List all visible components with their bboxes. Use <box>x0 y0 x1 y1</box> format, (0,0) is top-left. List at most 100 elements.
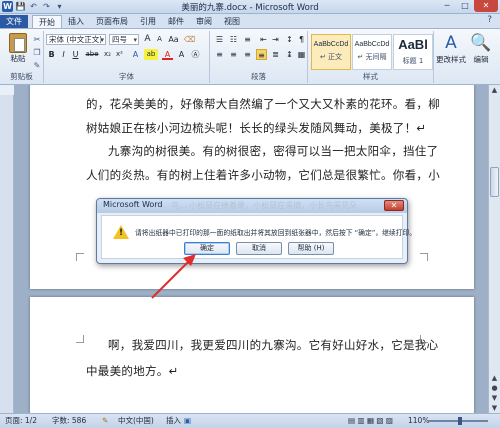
bold-button[interactable]: B <box>46 49 57 60</box>
crop-mark <box>76 253 84 261</box>
shrink-font-button[interactable]: A <box>154 34 165 45</box>
font-group-label: 字体 <box>119 72 134 81</box>
tab-view[interactable]: 视图 <box>218 15 246 28</box>
status-bar: 页面: 1/2 字数: 586 ✎ 中文(中国) 插入 ▣ ▤ ▥ ▦ ▧ ▨ … <box>0 413 500 428</box>
prev-page-icon[interactable]: ▲ <box>489 373 500 383</box>
ribbon-tab-bar: 文件 开始 插入 页面布局 引用 邮件 审阅 视图 ? <box>0 14 500 29</box>
style-normal[interactable]: AaBbCcDd ↵ 正文 <box>311 34 351 70</box>
bullets-icon[interactable]: ☰ <box>214 34 225 45</box>
view-buttons[interactable]: ▤ ▥ ▦ ▧ ▨ <box>348 414 393 428</box>
tab-review[interactable]: 审阅 <box>190 15 218 28</box>
font-color-button[interactable]: A <box>162 49 173 60</box>
ribbon: 粘贴 ✂ ❐ ✎ 剪贴板 宋体 (中文正文) 四号 A A Aa ⌫ B I U… <box>0 29 500 85</box>
dialog-body: ! 请将出纸器中已打印的那一面的纸取出并将其放回到纸张器中，然后按下 “确定”，… <box>101 215 416 259</box>
next-page-icon[interactable]: ▼ <box>489 393 500 403</box>
numbering-icon[interactable]: ☷ <box>228 34 239 45</box>
maximize-button[interactable]: □ <box>456 0 474 12</box>
tab-file[interactable]: 文件 <box>0 15 28 28</box>
align-center-icon[interactable]: ≡ <box>228 49 239 60</box>
distributed-icon[interactable]: ≣ <box>270 49 281 60</box>
format-painter-icon[interactable]: ✎ <box>32 61 42 71</box>
multilevel-list-icon[interactable]: ≡ <box>242 34 253 45</box>
tab-mailings[interactable]: 邮件 <box>162 15 190 28</box>
zoom-level[interactable]: 110% <box>408 414 429 428</box>
dialog-title-bar: Microsoft Word 鸟... 小松鼠在捧着果，小松鼠在采摘，小长鸟采花… <box>97 199 407 213</box>
change-styles-button[interactable]: A 更改样式 <box>436 32 466 65</box>
dialog-title: Microsoft Word <box>103 200 163 209</box>
style-no-spacing[interactable]: AaBbCcDd ↵ 无间隔 <box>352 34 392 70</box>
warning-mark: ! <box>119 228 124 238</box>
help-icon[interactable]: ? <box>487 15 492 25</box>
proofing-icon[interactable]: ✎ <box>102 414 108 428</box>
macro-icon[interactable]: ▣ <box>184 414 191 428</box>
word-count[interactable]: 字数: 586 <box>52 414 86 428</box>
justify-icon[interactable]: ≡ <box>256 49 267 60</box>
insert-mode[interactable]: 插入 <box>166 414 181 428</box>
tab-page-layout[interactable]: 页面布局 <box>90 15 134 28</box>
dialog-ghost-text: 鸟... 小松鼠在捧着果，小松鼠在采摘，小长鸟采花朵 <box>171 201 358 210</box>
clear-format-icon[interactable]: ⌫ <box>184 34 195 45</box>
grow-font-button[interactable]: A <box>142 34 153 45</box>
language-status[interactable]: 中文(中国) <box>118 414 154 428</box>
window-title: 美丽的九寨.docx - Microsoft Word <box>181 3 319 13</box>
crop-mark <box>76 335 84 343</box>
char-shading-icon[interactable]: A <box>176 49 187 60</box>
editing-label: 编辑 <box>473 55 489 64</box>
cancel-button[interactable]: 取消 <box>236 242 282 255</box>
page-count[interactable]: 页面: 1/2 <box>5 414 37 428</box>
font-size-select[interactable]: 四号 <box>109 34 139 45</box>
window-controls: ─ □ ✕ <box>438 0 498 12</box>
ok-button[interactable]: 确定 <box>184 242 230 255</box>
vertical-scrollbar[interactable]: ▲ ▲ ● ▼ ▼ <box>488 85 500 413</box>
copy-icon[interactable]: ❐ <box>32 48 42 58</box>
style-heading-1[interactable]: AaBl 标题 1 <box>393 34 433 70</box>
superscript-button[interactable]: x² <box>114 49 125 60</box>
line-spacing-icon[interactable]: ↨ <box>284 49 295 60</box>
text-effects-icon[interactable]: A <box>130 49 141 60</box>
tab-home[interactable]: 开始 <box>32 15 62 28</box>
borders-icon[interactable]: ▦ <box>296 49 307 60</box>
font-name-select[interactable]: 宋体 (中文正文) <box>46 34 106 45</box>
strikethrough-button[interactable]: abe <box>84 49 100 60</box>
increase-indent-icon[interactable]: ⇥ <box>270 34 281 45</box>
cut-icon[interactable]: ✂ <box>32 35 42 45</box>
scroll-up-icon[interactable]: ▲ <box>489 85 500 95</box>
document-line: 的，花朵美美的，好像帮大自然编了一个又大又朴素的花环。看，柳 <box>86 97 440 111</box>
change-case-icon[interactable]: Aa <box>168 34 179 45</box>
vertical-ruler <box>0 85 14 413</box>
scroll-down-icon[interactable]: ▼ <box>489 403 500 413</box>
clipboard-icon <box>9 33 27 53</box>
crop-mark <box>420 253 428 261</box>
document-line: 啊，我爱四川，我更爱四川的九寨沟。它有好山好水，它是我心 <box>108 338 439 352</box>
document-line: 九寨沟的树很美。有的树很密，密得可以当一把太阳伞，挡住了 <box>108 144 439 158</box>
scroll-thumb[interactable] <box>490 167 499 197</box>
help-button[interactable]: 帮助 (H) <box>288 242 334 255</box>
subscript-button[interactable]: x₂ <box>102 49 113 60</box>
styles-group-label: 样式 <box>363 72 378 81</box>
dialog-close-button[interactable]: ✕ <box>384 200 404 211</box>
minimize-button[interactable]: ─ <box>438 0 456 12</box>
style-sample: AaBl <box>398 37 428 52</box>
paste-button[interactable]: 粘贴 <box>6 33 30 63</box>
close-window-button[interactable]: ✕ <box>474 0 498 12</box>
align-left-icon[interactable]: ≡ <box>214 49 225 60</box>
document-line: 中最美的地方。↵ <box>86 364 179 378</box>
underline-button[interactable]: U <box>70 49 81 60</box>
clipboard-group-label: 剪贴板 <box>10 72 33 81</box>
align-right-icon[interactable]: ≡ <box>242 49 253 60</box>
zoom-slider-knob[interactable] <box>458 417 462 425</box>
document-page-2[interactable]: 啊，我爱四川，我更爱四川的九寨沟。它有好山好水，它是我心 中最美的地方。↵ <box>30 297 474 413</box>
tab-insert[interactable]: 插入 <box>62 15 90 28</box>
find-icon: 🔍 <box>470 33 492 53</box>
decrease-indent-icon[interactable]: ⇤ <box>258 34 269 45</box>
browse-object-icon[interactable]: ● <box>489 383 500 393</box>
italic-button[interactable]: I <box>58 49 69 60</box>
highlight-button[interactable]: ab <box>144 49 158 60</box>
editing-button[interactable]: 🔍 编辑 <box>466 32 496 65</box>
ruler-corner[interactable] <box>0 85 14 95</box>
sort-icon[interactable]: ↕ <box>284 34 295 45</box>
style-sample: AaBbCcDd <box>313 41 349 48</box>
show-marks-icon[interactable]: ¶ <box>296 34 307 45</box>
tab-references[interactable]: 引用 <box>134 15 162 28</box>
enclose-char-icon[interactable]: Ⓐ <box>190 49 201 60</box>
